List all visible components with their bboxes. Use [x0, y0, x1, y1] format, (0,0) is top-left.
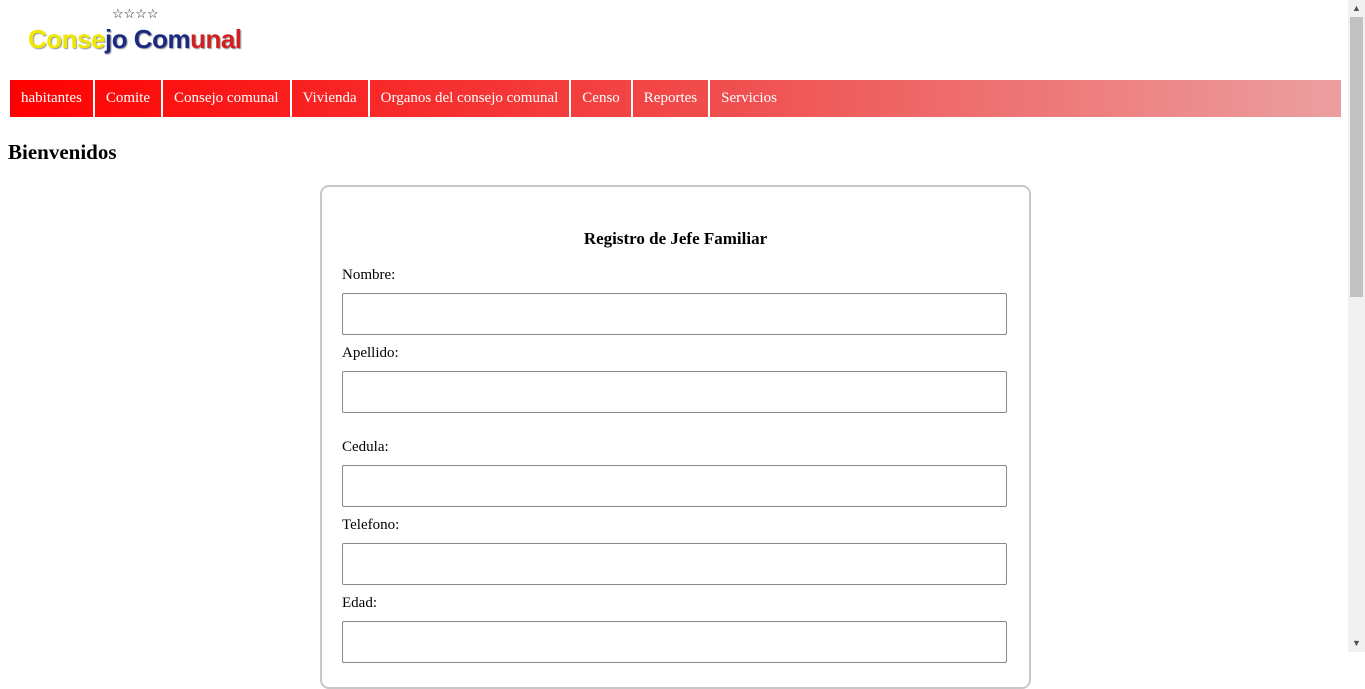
nombre-input[interactable] [342, 293, 1007, 335]
cedula-label: Cedula: [342, 439, 389, 455]
nav-organos[interactable]: Organos del consejo comunal [370, 80, 572, 117]
logo-text-1: Conse [28, 24, 105, 54]
nav-habitantes[interactable]: habitantes [10, 80, 95, 117]
scrollbar[interactable]: ▲ ▼ [1348, 0, 1365, 652]
nav-consejo-comunal[interactable]: Consejo comunal [163, 80, 292, 117]
scroll-down-icon[interactable]: ▼ [1348, 635, 1365, 652]
scroll-up-icon[interactable]: ▲ [1348, 0, 1365, 17]
nav-censo[interactable]: Censo [571, 80, 633, 117]
edad-label: Edad: [342, 595, 377, 611]
form-title: Registro de Jefe Familiar [583, 229, 768, 248]
logo: ☆☆☆☆ Consejo Comunal [28, 6, 248, 58]
registration-form: Registro de Jefe Familiar Nombre: Apelli… [320, 185, 1031, 689]
nav-vivienda[interactable]: Vivienda [292, 80, 370, 117]
main-nav: habitantes Comite Consejo comunal Vivien… [10, 80, 1341, 117]
scrollbar-thumb[interactable] [1350, 17, 1363, 297]
apellido-label: Apellido: [342, 345, 399, 361]
nav-servicios[interactable]: Servicios [710, 80, 788, 117]
edad-input[interactable] [342, 621, 1007, 663]
telefono-label: Telefono: [342, 517, 400, 533]
nav-reportes[interactable]: Reportes [633, 80, 711, 117]
telefono-input[interactable] [342, 543, 1007, 585]
logo-text-3: unal [190, 24, 242, 54]
logo-text-2: jo Com [104, 24, 191, 54]
stars-icon: ☆☆☆☆ [112, 6, 159, 21]
nav-comite[interactable]: Comite [95, 80, 163, 117]
page-title: Bienvenidos [8, 140, 117, 164]
cedula-input[interactable] [342, 465, 1007, 507]
apellido-input[interactable] [342, 371, 1007, 413]
nombre-label: Nombre: [342, 267, 396, 283]
